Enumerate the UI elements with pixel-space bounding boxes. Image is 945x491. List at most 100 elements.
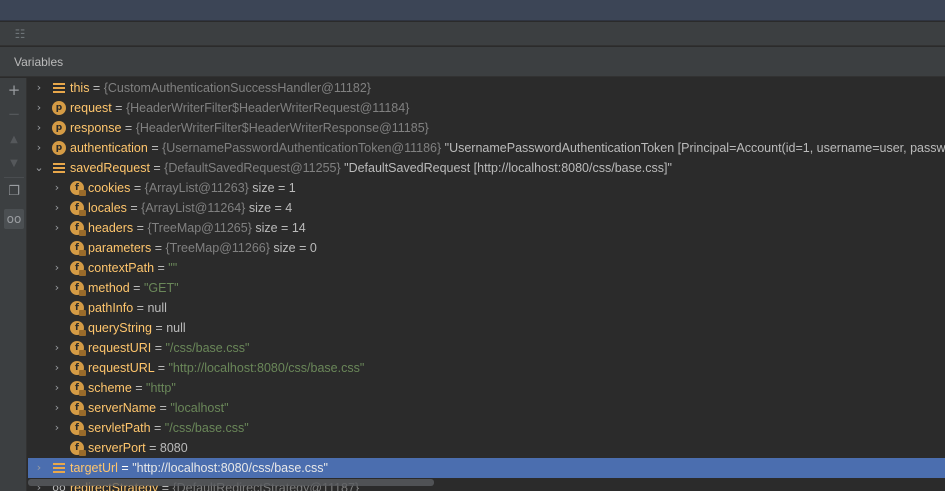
variable-text: response = {HeaderWriterFilter$HeaderWri… — [70, 118, 429, 138]
tree-row-contextPath[interactable]: › f contextPath = "" — [28, 258, 945, 278]
variables-tree[interactable]: › this = {CustomAuthenticationSuccessHand… — [28, 78, 945, 491]
tree-row-savedRequest[interactable]: ⌄ savedRequest = {DefaultSavedRequest@112… — [28, 158, 945, 178]
variable-text: queryString = null — [88, 318, 186, 338]
parameter-icon: p — [52, 101, 66, 115]
variable-extra: "UsernamePasswordAuthenticationToken [Pr… — [441, 141, 945, 155]
tree-row-scheme[interactable]: › f scheme = "http" — [28, 378, 945, 398]
variable-name: targetUrl — [70, 461, 118, 475]
tree-row-method[interactable]: › f method = "GET" — [28, 278, 945, 298]
tree-row-serverPort[interactable]: f serverPort = 8080 — [28, 438, 945, 458]
glasses-icon[interactable]: oo — [4, 209, 24, 229]
expand-arrow-icon[interactable]: › — [33, 458, 45, 478]
expand-arrow-icon[interactable]: › — [51, 338, 63, 358]
collapse-arrow-icon[interactable]: ⌄ — [33, 158, 45, 178]
field-icon: f — [70, 301, 86, 316]
variable-name: contextPath — [88, 261, 155, 275]
variable-name: savedRequest — [70, 161, 150, 175]
variable-name: scheme — [88, 381, 132, 395]
equals-sign: = — [156, 401, 171, 415]
variable-name: this — [70, 81, 90, 95]
side-separator — [4, 177, 24, 178]
string-value: "/css/base.css" — [164, 421, 249, 435]
tree-row-headers[interactable]: › f headers = {TreeMap@11265} size = 14 — [28, 218, 945, 238]
string-value: "http://localhost:8080/css/base.css" — [168, 361, 365, 375]
copy-icon[interactable]: ❐ — [4, 182, 24, 202]
variable-text: locales = {ArrayList@11264} size = 4 — [88, 198, 292, 218]
variables-header: Variables — [0, 47, 945, 77]
variable-name: response — [70, 121, 122, 135]
variable-name: requestURL — [88, 361, 155, 375]
equals-sign: = — [154, 361, 169, 375]
field-icon: f — [70, 441, 86, 456]
string-value: "localhost" — [170, 401, 229, 415]
expand-arrow-icon[interactable]: › — [51, 398, 63, 418]
down-icon[interactable]: ▼ — [4, 154, 24, 174]
variable-text: pathInfo = null — [88, 298, 167, 318]
expand-arrow-icon[interactable]: › — [51, 198, 63, 218]
plain-value: 8080 — [159, 441, 188, 455]
tree-row-pathInfo[interactable]: f pathInfo = null — [28, 298, 945, 318]
variable-name: authentication — [70, 141, 148, 155]
tree-row-requestURI[interactable]: › f requestURI = "/css/base.css" — [28, 338, 945, 358]
variable-text: savedRequest = {DefaultSavedRequest@1125… — [70, 158, 672, 178]
expand-arrow-icon[interactable]: › — [51, 178, 63, 198]
minus-icon[interactable]: − — [4, 104, 24, 124]
expand-arrow-icon[interactable]: › — [51, 258, 63, 278]
tree-row-parameters[interactable]: f parameters = {TreeMap@11266} size = 0 — [28, 238, 945, 258]
equals-sign: = — [121, 121, 136, 135]
horizontal-scrollbar[interactable] — [28, 479, 434, 486]
local-variable-icon — [52, 81, 66, 95]
add-icon[interactable]: + — [4, 80, 24, 100]
tree-row-serverName[interactable]: › f serverName = "localhost" — [28, 398, 945, 418]
expand-arrow-icon[interactable]: › — [51, 218, 63, 238]
tree-row-locales[interactable]: › f locales = {ArrayList@11264} size = 4 — [28, 198, 945, 218]
tree-row-servletPath[interactable]: › f servletPath = "/css/base.css" — [28, 418, 945, 438]
equals-sign: = — [89, 81, 104, 95]
expand-arrow-icon[interactable]: › — [33, 78, 45, 98]
expand-arrow-icon[interactable]: › — [51, 418, 63, 438]
equals-sign: = — [117, 461, 133, 475]
tree-row-request[interactable]: › p request = {HeaderWriterFilter$HeaderWr… — [28, 98, 945, 118]
variables-side-toolbar: + − ▲ ▼ ❐ oo — [0, 78, 27, 491]
equals-sign: = — [111, 101, 126, 115]
equals-sign: = — [145, 441, 160, 455]
expand-arrow-icon[interactable]: › — [33, 118, 45, 138]
expand-arrow-icon[interactable]: › — [51, 358, 63, 378]
string-value: "http" — [146, 381, 176, 395]
tree-row-queryString[interactable]: f queryString = null — [28, 318, 945, 338]
expand-arrow-icon[interactable]: › — [51, 378, 63, 398]
object-reference: {ArrayList@11264} — [141, 201, 246, 215]
tree-row-authentication[interactable]: › p authentication = {UsernamePasswordAuth… — [28, 138, 945, 158]
variable-name: serverPort — [88, 441, 146, 455]
tree-row-response[interactable]: › p response = {HeaderWriterFilter$HeaderW… — [28, 118, 945, 138]
equals-sign: = — [130, 181, 145, 195]
up-icon[interactable]: ▲ — [4, 130, 24, 150]
field-icon: f — [70, 321, 86, 336]
equals-sign: = — [131, 381, 147, 395]
variable-text: request = {HeaderWriterFilter$HeaderWrit… — [70, 98, 409, 118]
tree-row-cookies[interactable]: › f cookies = {ArrayList@11263} size = 1 — [28, 178, 945, 198]
field-icon: f — [70, 281, 86, 296]
tree-row-targetUrl[interactable]: › targetUrl = "http://localhost:8080/css/… — [28, 458, 945, 478]
expand-arrow-icon[interactable]: › — [33, 138, 45, 158]
field-icon: f — [70, 361, 86, 376]
tree-row-requestURL[interactable]: › f requestURL = "http://localhost:8080/cs… — [28, 358, 945, 378]
equals-sign: = — [151, 241, 166, 255]
panel-title: Variables — [14, 55, 64, 69]
field-icon: f — [70, 241, 86, 256]
variable-text: parameters = {TreeMap@11266} size = 0 — [88, 238, 317, 258]
variable-name: servletPath — [88, 421, 151, 435]
variable-name: queryString — [88, 321, 152, 335]
restore-layout-icon[interactable]: ☷ — [12, 26, 28, 42]
expand-arrow-icon[interactable]: › — [51, 278, 63, 298]
equals-sign: = — [147, 141, 163, 155]
field-icon: f — [70, 401, 86, 416]
object-reference: {TreeMap@11266} — [165, 241, 270, 255]
object-reference: {TreeMap@11265} — [147, 221, 252, 235]
tree-row-this[interactable]: › this = {CustomAuthenticationSuccessHand… — [28, 78, 945, 98]
variable-text: contextPath = "" — [88, 258, 177, 278]
expand-arrow-icon[interactable]: › — [33, 98, 45, 118]
variable-name: headers — [88, 221, 134, 235]
local-variable-icon — [52, 161, 66, 175]
object-reference: {DefaultSavedRequest@11255} — [164, 161, 341, 175]
